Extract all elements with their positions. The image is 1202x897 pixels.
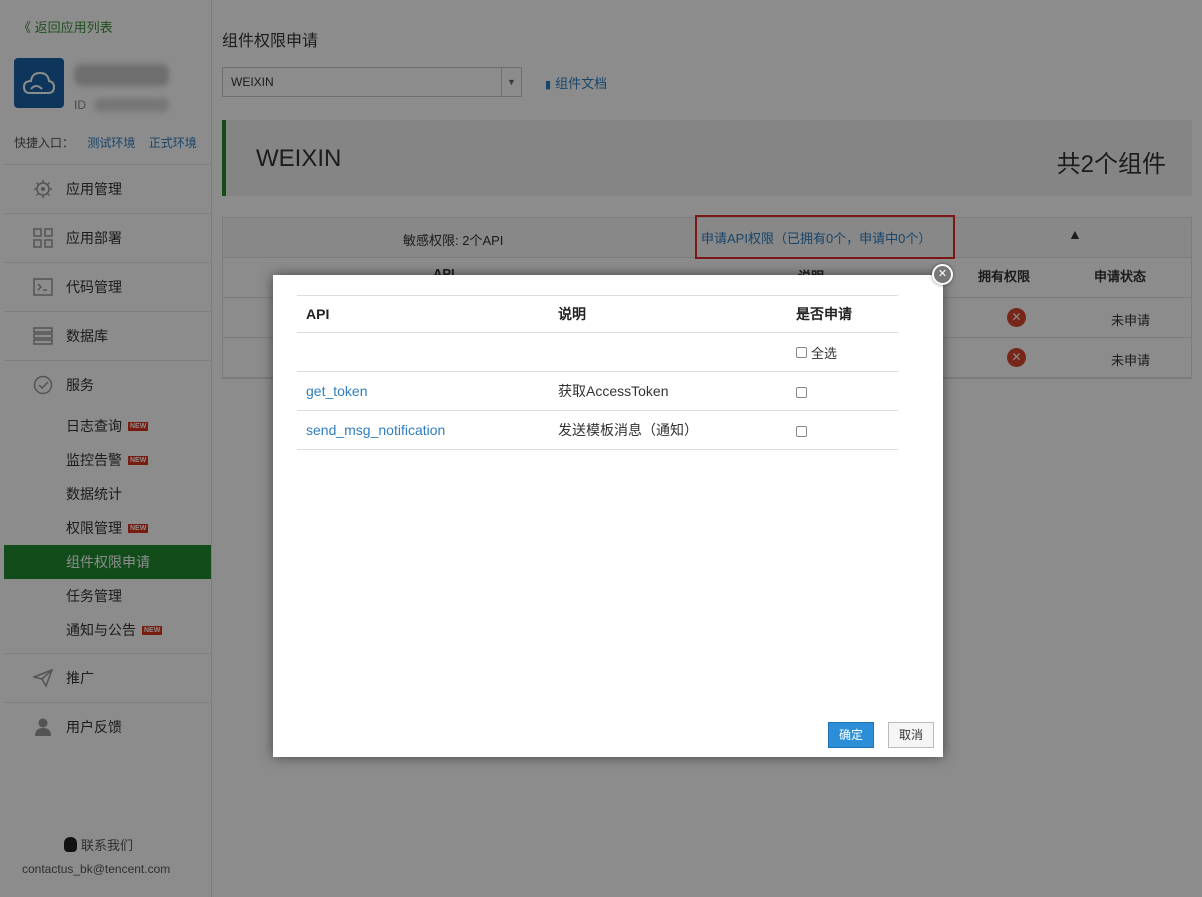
apply-cell (787, 410, 898, 450)
select-all-cell[interactable]: 全选 (787, 332, 898, 372)
apply-cell (787, 371, 898, 411)
select-all-row: 全选 (297, 332, 898, 372)
api-name: get_token (306, 383, 368, 399)
header-api: API (297, 295, 549, 333)
api-desc: 获取AccessToken (549, 371, 787, 411)
header-apply: 是否申请 (787, 295, 898, 333)
apply-checkbox[interactable] (796, 425, 807, 437)
cancel-button[interactable]: 取消 (888, 722, 934, 748)
confirm-button[interactable]: 确定 (828, 722, 874, 748)
apply-checkbox[interactable] (796, 386, 807, 398)
close-icon[interactable]: ✕ (932, 264, 953, 285)
table-row: get_token 获取AccessToken (297, 371, 898, 411)
select-all-checkbox[interactable] (796, 346, 807, 358)
table-header-row: API 说明 是否申请 (297, 295, 898, 333)
apply-permission-dialog: API 说明 是否申请 全选 get_token 获取AccessToken s… (273, 275, 943, 757)
api-apply-table: API 说明 是否申请 全选 get_token 获取AccessToken s… (297, 295, 898, 450)
api-desc: 发送模板消息（通知） (549, 410, 787, 450)
header-desc: 说明 (549, 295, 787, 333)
api-name: send_msg_notification (306, 422, 446, 438)
table-row: send_msg_notification 发送模板消息（通知） (297, 410, 898, 450)
api-name-link[interactable]: get_token (297, 371, 549, 411)
select-all-label: 全选 (811, 345, 838, 361)
api-name-link[interactable]: send_msg_notification (297, 410, 549, 450)
